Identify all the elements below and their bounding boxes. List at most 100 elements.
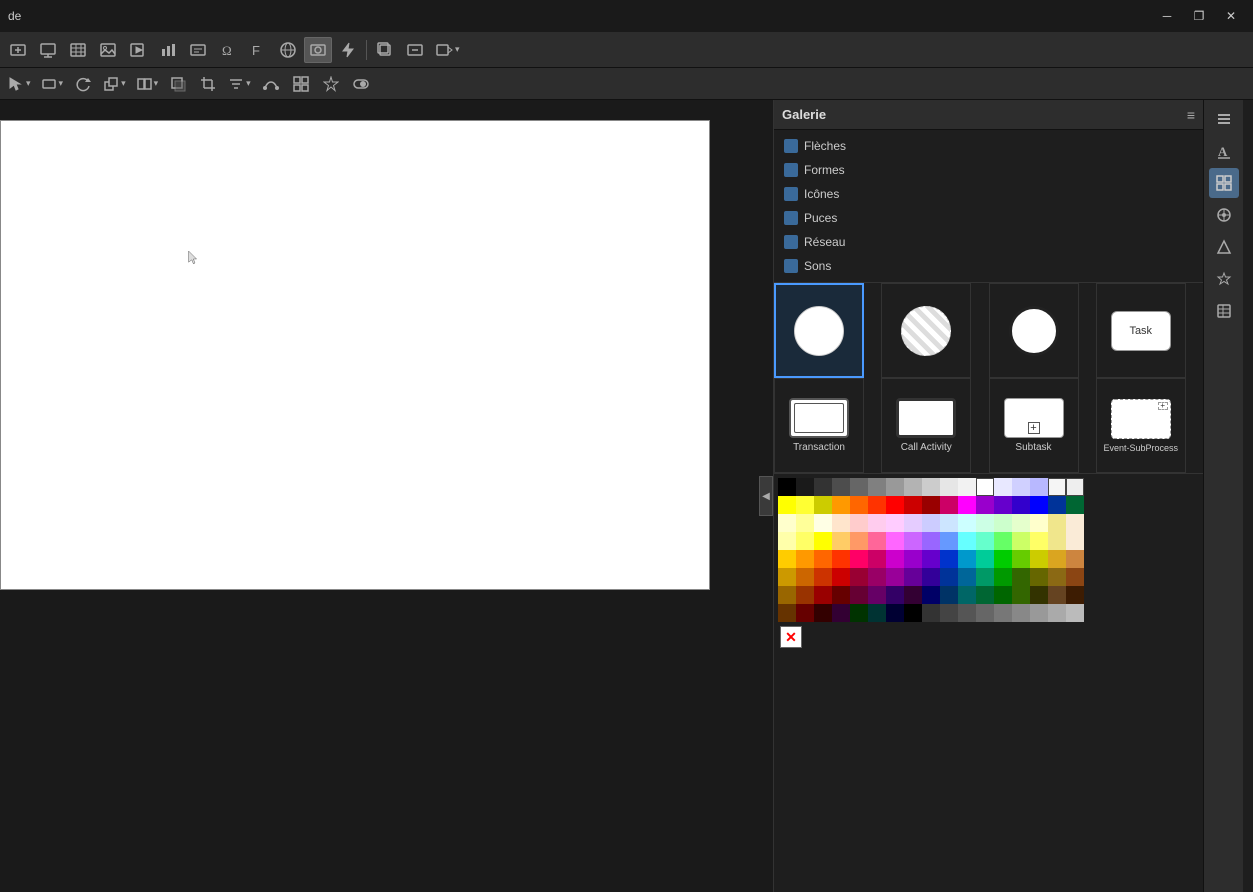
- shape-call-activity[interactable]: Call Activity: [881, 378, 971, 473]
- color-r4-16[interactable]: [1048, 532, 1066, 550]
- color-r7-11[interactable]: [958, 586, 976, 604]
- color-olive[interactable]: [814, 496, 832, 514]
- color-r4-7[interactable]: [886, 532, 904, 550]
- color-1a[interactable]: [796, 478, 814, 496]
- color-r7-5[interactable]: [850, 586, 868, 604]
- toolbar-media[interactable]: [124, 37, 152, 63]
- side-icon-favorites[interactable]: [1209, 264, 1239, 294]
- color-purple2[interactable]: [994, 496, 1012, 514]
- side-icon-navigator[interactable]: [1209, 200, 1239, 230]
- toolbar-shadow[interactable]: [164, 71, 192, 97]
- color-p8[interactable]: [904, 514, 922, 532]
- color-r5-8[interactable]: [904, 550, 922, 568]
- color-r6-10[interactable]: [940, 568, 958, 586]
- color-p1[interactable]: [778, 514, 796, 532]
- color-r6-11[interactable]: [958, 568, 976, 586]
- color-r4-11[interactable]: [958, 532, 976, 550]
- side-icon-properties[interactable]: [1209, 104, 1239, 134]
- color-r8-2[interactable]: [796, 604, 814, 622]
- color-p12[interactable]: [976, 514, 994, 532]
- color-r8-5[interactable]: [850, 604, 868, 622]
- toolbar-chart[interactable]: [154, 37, 182, 63]
- color-r6-17[interactable]: [1066, 568, 1084, 586]
- toolbar-select-all[interactable]: [287, 71, 315, 97]
- color-p7[interactable]: [886, 514, 904, 532]
- color-808080[interactable]: [868, 478, 886, 496]
- color-r4-15[interactable]: [1030, 532, 1048, 550]
- color-red1[interactable]: [868, 496, 886, 514]
- toolbar-points[interactable]: [257, 71, 285, 97]
- color-r5-15[interactable]: [1030, 550, 1048, 568]
- toolbar-copy-embed[interactable]: [371, 37, 399, 63]
- color-pink1[interactable]: [940, 496, 958, 514]
- color-p2[interactable]: [796, 514, 814, 532]
- color-r5-1[interactable]: [778, 550, 796, 568]
- color-r8-14[interactable]: [1012, 604, 1030, 622]
- color-blue[interactable]: [1030, 496, 1048, 514]
- color-maroon[interactable]: [922, 496, 940, 514]
- color-r5-17[interactable]: [1066, 550, 1084, 568]
- shape-subtask[interactable]: + Subtask: [989, 378, 1079, 473]
- toolbar-filter[interactable]: ▾: [224, 71, 255, 97]
- color-666[interactable]: [850, 478, 868, 496]
- color-lav3[interactable]: [1030, 478, 1048, 496]
- color-r7-13[interactable]: [994, 586, 1012, 604]
- color-p17[interactable]: [1066, 514, 1084, 532]
- color-r8-6[interactable]: [868, 604, 886, 622]
- toolbar-formula[interactable]: Ω: [214, 37, 242, 63]
- close-button[interactable]: ✕: [1217, 6, 1245, 26]
- color-p4[interactable]: [832, 514, 850, 532]
- color-p3[interactable]: [814, 514, 832, 532]
- color-r6-15[interactable]: [1030, 568, 1048, 586]
- color-r5-6[interactable]: [868, 550, 886, 568]
- color-r8-1[interactable]: [778, 604, 796, 622]
- color-r5-13[interactable]: [994, 550, 1012, 568]
- color-r4-10[interactable]: [940, 532, 958, 550]
- color-r7-2[interactable]: [796, 586, 814, 604]
- side-icon-table[interactable]: [1209, 296, 1239, 326]
- color-r7-8[interactable]: [904, 586, 922, 604]
- color-b3b3[interactable]: [904, 478, 922, 496]
- color-r4-13[interactable]: [994, 532, 1012, 550]
- color-r5-2[interactable]: [796, 550, 814, 568]
- color-lav2[interactable]: [1012, 478, 1030, 496]
- no-color-button[interactable]: ✕: [780, 626, 802, 648]
- toolbar-toggle[interactable]: [347, 71, 375, 97]
- color-r7-17[interactable]: [1066, 586, 1084, 604]
- color-r6-3[interactable]: [814, 568, 832, 586]
- color-r8-11[interactable]: [958, 604, 976, 622]
- toolbar-table[interactable]: [64, 37, 92, 63]
- color-r5-10[interactable]: [940, 550, 958, 568]
- shape-transaction[interactable]: Transaction: [774, 378, 864, 473]
- color-r4-6[interactable]: [868, 532, 886, 550]
- color-r4-14[interactable]: [1012, 532, 1030, 550]
- color-lav1[interactable]: [994, 478, 1012, 496]
- color-r8-8[interactable]: [904, 604, 922, 622]
- category-icones[interactable]: Icônes: [774, 182, 1203, 206]
- color-r5-14[interactable]: [1012, 550, 1030, 568]
- color-p10[interactable]: [940, 514, 958, 532]
- color-r4-12[interactable]: [976, 532, 994, 550]
- color-yellow[interactable]: [778, 496, 796, 514]
- color-r5-9[interactable]: [922, 550, 940, 568]
- color-r7-16[interactable]: [1048, 586, 1066, 604]
- color-r7-9[interactable]: [922, 586, 940, 604]
- color-r5-7[interactable]: [886, 550, 904, 568]
- color-r7-4[interactable]: [832, 586, 850, 604]
- toolbar-flash[interactable]: [334, 37, 362, 63]
- color-orange1[interactable]: [832, 496, 850, 514]
- color-r5-11[interactable]: [958, 550, 976, 568]
- color-p9[interactable]: [922, 514, 940, 532]
- color-e6e6[interactable]: [940, 478, 958, 496]
- color-r8-3[interactable]: [814, 604, 832, 622]
- color-r5-4[interactable]: [832, 550, 850, 568]
- color-navy1[interactable]: [1012, 496, 1030, 514]
- panel-collapse-button[interactable]: ◀: [759, 476, 773, 516]
- shape-task[interactable]: Task: [1096, 283, 1186, 378]
- toolbar-arrange[interactable]: ▾: [99, 71, 130, 97]
- shape-circle-dashed[interactable]: [881, 283, 971, 378]
- color-r7-15[interactable]: [1030, 586, 1048, 604]
- color-r6-7[interactable]: [886, 568, 904, 586]
- color-r7-3[interactable]: [814, 586, 832, 604]
- color-white[interactable]: [976, 478, 994, 496]
